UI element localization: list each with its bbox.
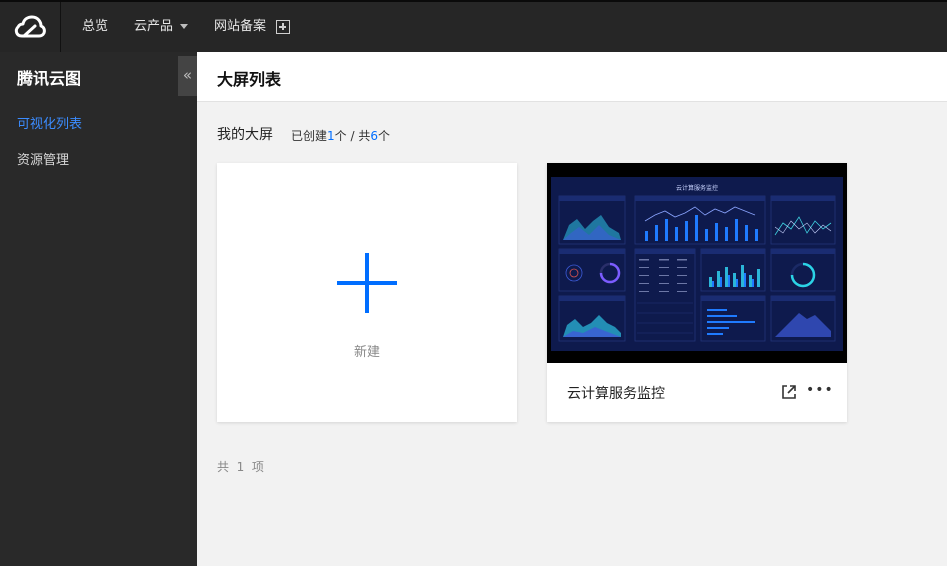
collapse-sidebar-icon[interactable]: « bbox=[178, 56, 197, 96]
cloud-logo-icon bbox=[14, 15, 46, 38]
more-options-icon[interactable]: ••• bbox=[806, 382, 834, 398]
sidebar: 腾讯云图 « 可视化列表 资源管理 bbox=[0, 52, 197, 566]
add-shortcut-icon[interactable] bbox=[276, 20, 290, 34]
page-header: 大屏列表 bbox=[197, 52, 947, 102]
thumbnail-title: 云计算服务监控 bbox=[676, 184, 718, 192]
nav-icp-filing-label: 网站备案 bbox=[214, 19, 267, 34]
new-screen-label: 新建 bbox=[353, 345, 380, 360]
open-external-icon[interactable] bbox=[781, 384, 797, 400]
nav-overview[interactable]: 总览 bbox=[82, 2, 108, 52]
total-count: 6 bbox=[370, 129, 378, 143]
sidebar-item-label: 资源管理 bbox=[17, 153, 70, 168]
total-unit: 个 bbox=[377, 129, 390, 143]
top-nav-bar: 总览 云产品 网站备案 bbox=[0, 0, 947, 52]
sidebar-item-visualization-list[interactable]: 可视化列表 bbox=[17, 113, 82, 132]
dashboard-preview-image: 云计算服务监控 bbox=[547, 163, 847, 363]
nav-overview-label: 总览 bbox=[82, 19, 109, 34]
product-title: 腾讯云图 bbox=[17, 69, 82, 88]
new-screen-card[interactable]: 新建 bbox=[217, 163, 517, 422]
created-prefix: 已创建 bbox=[291, 129, 328, 143]
chevron-down-icon bbox=[180, 24, 189, 29]
screen-count-summary: 已创建1个 / 共6个 bbox=[291, 127, 390, 144]
nav-icp-filing[interactable]: 网站备案 bbox=[214, 2, 266, 52]
total-items: 共 1 项 bbox=[217, 460, 264, 474]
section-title: 我的大屏 bbox=[217, 127, 273, 143]
created-count: 1 bbox=[327, 129, 335, 143]
cloud-logo[interactable] bbox=[0, 2, 61, 52]
sidebar-item-label: 可视化列表 bbox=[17, 117, 83, 132]
plus-icon bbox=[337, 253, 397, 313]
screen-card[interactable]: 云计算服务监控 云计算服务监控 ••• bbox=[547, 163, 847, 422]
nav-cloud-products[interactable]: 云产品 bbox=[134, 2, 189, 52]
screen-thumbnail[interactable]: 云计算服务监控 bbox=[547, 163, 847, 363]
page-title: 大屏列表 bbox=[217, 70, 282, 89]
sidebar-item-resource-management[interactable]: 资源管理 bbox=[17, 149, 69, 168]
screen-name: 云计算服务监控 bbox=[567, 386, 665, 402]
nav-cloud-products-label: 云产品 bbox=[134, 19, 174, 34]
created-unit: 个 / 共 bbox=[334, 129, 371, 143]
